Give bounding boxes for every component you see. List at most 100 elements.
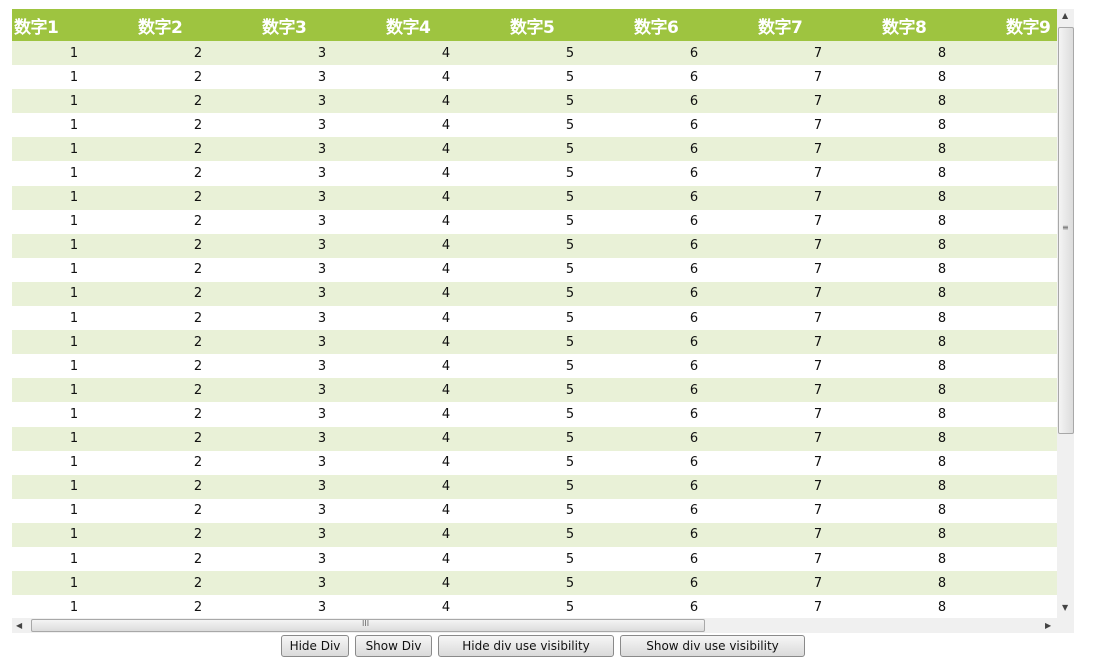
table-cell: 1 — [12, 474, 136, 499]
table-cell: 8 — [880, 89, 1004, 114]
table-cell: 5 — [565, 117, 575, 133]
table-cell: 3 — [260, 185, 384, 210]
grip-icon: III — [362, 619, 370, 628]
table-cell: 3 — [317, 599, 327, 615]
table-container: 数字1 数字2 数字3 数字4 数字5 数字6 数字7 数字8 数字9 123456781234… — [12, 9, 1057, 618]
table-cell: 2 — [193, 358, 203, 374]
table-cell: 7 — [813, 117, 823, 133]
table-row: 12345678 — [12, 499, 1057, 523]
table-cell: 4 — [384, 426, 508, 451]
table-cell: 2 — [136, 137, 260, 162]
table-cell: 5 — [565, 503, 575, 519]
table-cell: 8 — [937, 214, 947, 230]
table-cell: 4 — [384, 330, 508, 355]
column-header: 数字2 — [136, 9, 260, 41]
table-cell: 1 — [12, 137, 136, 162]
table-cell: 7 — [813, 503, 823, 519]
table-cell: 7 — [756, 522, 880, 547]
table-cell: 4 — [384, 185, 508, 210]
grip-icon: ≡ — [1062, 223, 1069, 232]
table-cell: 1 — [69, 214, 79, 230]
table-cell: 6 — [689, 503, 699, 519]
table-cell: 2 — [193, 69, 203, 85]
table-cell: 3 — [317, 69, 327, 85]
table-cell: 7 — [756, 185, 880, 210]
table-cell: 3 — [317, 166, 327, 182]
table-cell: 8 — [937, 310, 947, 326]
table-cell: 7 — [813, 69, 823, 85]
table-cell — [1004, 65, 1057, 89]
table-cell: 6 — [689, 310, 699, 326]
table-row: 12345678 — [12, 210, 1057, 234]
table-row: 12345678 — [12, 258, 1057, 282]
table-cell: 2 — [193, 166, 203, 182]
table-row: 12345678 — [12, 281, 1057, 307]
table-cell: 1 — [69, 358, 79, 374]
table-cell: 5 — [508, 426, 632, 451]
table-cell: 8 — [937, 262, 947, 278]
table-cell: 4 — [441, 117, 451, 133]
table-cell: 5 — [565, 262, 575, 278]
table-cell: 6 — [632, 89, 756, 114]
table-cell: 1 — [69, 599, 79, 615]
table-cell: 3 — [317, 503, 327, 519]
table-cell: 4 — [384, 233, 508, 258]
table-cell: 5 — [565, 358, 575, 374]
scroll-up-arrow-icon[interactable]: ▲ — [1062, 11, 1068, 20]
table-cell: 1 — [12, 89, 136, 114]
table-cell: 4 — [384, 522, 508, 547]
table-cell: 7 — [813, 310, 823, 326]
table-cell: 8 — [880, 378, 1004, 403]
table-row: 12345678 — [12, 522, 1057, 547]
scroll-left-arrow-icon[interactable]: ◀ — [16, 621, 22, 630]
table-cell: 6 — [689, 117, 699, 133]
vertical-scrollbar[interactable]: ▲ ≡ ▼ — [1057, 9, 1074, 618]
show-div-visibility-button[interactable]: Show div use visibility — [620, 635, 805, 657]
table-cell: 2 — [193, 503, 203, 519]
table-cell: 3 — [317, 358, 327, 374]
show-div-button[interactable]: Show Div — [355, 635, 432, 657]
table-cell: 8 — [880, 474, 1004, 499]
table-cell: 3 — [260, 330, 384, 355]
table-cell: 5 — [565, 310, 575, 326]
table-cell: 4 — [384, 137, 508, 162]
table-cell: 4 — [441, 214, 451, 230]
table-cell: 5 — [565, 406, 575, 422]
table-cell: 7 — [756, 330, 880, 355]
scroll-down-arrow-icon[interactable]: ▼ — [1062, 603, 1068, 612]
table-cell: 8 — [880, 571, 1004, 596]
table-cell: 6 — [632, 281, 756, 307]
table-row: 12345678 — [12, 451, 1057, 475]
scroll-right-arrow-icon[interactable]: ▶ — [1045, 621, 1051, 630]
table-cell: 1 — [12, 426, 136, 451]
hide-div-visibility-button[interactable]: Hide div use visibility — [438, 635, 614, 657]
table-cell: 1 — [12, 522, 136, 547]
table-cell: 5 — [508, 185, 632, 210]
table-cell: 5 — [508, 378, 632, 403]
table-cell: 1 — [69, 455, 79, 471]
table-cell: 4 — [384, 89, 508, 114]
table-cell — [1004, 426, 1057, 451]
table-cell: 3 — [260, 233, 384, 258]
table-cell: 8 — [880, 233, 1004, 258]
header-row: 数字1 数字2 数字3 数字4 数字5 数字6 数字7 数字8 数字9 — [12, 9, 1057, 41]
hide-div-button[interactable]: Hide Div — [281, 635, 349, 657]
horizontal-scrollbar[interactable]: ◀ III ▶ — [12, 618, 1074, 633]
column-header: 数字6 — [632, 9, 756, 41]
table-cell — [1004, 137, 1057, 162]
table-cell: 4 — [441, 503, 451, 519]
table-cell: 7 — [756, 571, 880, 596]
table-row: 12345678 — [12, 378, 1057, 403]
table-cell: 3 — [317, 310, 327, 326]
table-cell — [1004, 330, 1057, 355]
table-cell: 8 — [880, 185, 1004, 210]
table-cell — [1004, 451, 1057, 475]
column-header: 数字7 — [756, 9, 880, 41]
table-cell: 1 — [69, 262, 79, 278]
table-cell: 7 — [756, 233, 880, 258]
table-cell — [1004, 233, 1057, 258]
table-row: 12345678 — [12, 41, 1057, 66]
table-cell: 2 — [136, 522, 260, 547]
table-cell — [1004, 258, 1057, 282]
table-row: 12345678 — [12, 306, 1057, 330]
